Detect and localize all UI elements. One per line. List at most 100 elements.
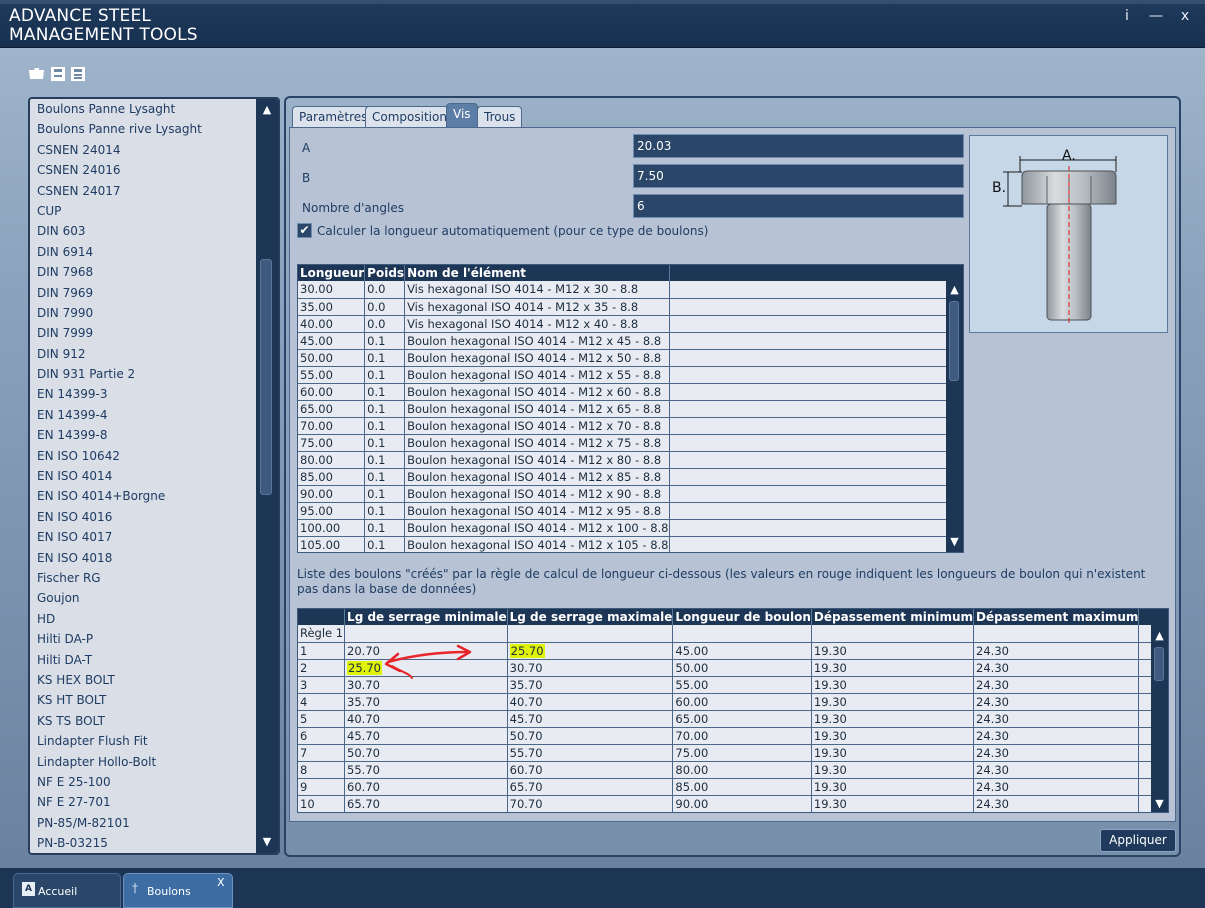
table-cell[interactable]: 50.70 xyxy=(507,727,674,745)
bolt-type-list-item[interactable]: EN 14399-3 xyxy=(30,384,256,404)
bolt-type-list-item[interactable]: DIN 7990 xyxy=(30,303,256,323)
table-cell[interactable]: 24.30 xyxy=(973,659,1140,677)
bolt-type-list-item[interactable]: EN 14399-4 xyxy=(30,405,256,425)
bolt-type-list-item[interactable]: EN 14399-8 xyxy=(30,425,256,445)
tab-accueil[interactable]: A Accueil xyxy=(13,873,121,908)
table-cell[interactable]: 55.70 xyxy=(344,761,508,779)
table-cell[interactable]: 60.00 xyxy=(672,693,812,711)
bolt-type-list-item[interactable]: CUP xyxy=(30,201,256,221)
table-cell[interactable]: 19.30 xyxy=(811,693,975,711)
table-cell[interactable]: 19.30 xyxy=(811,744,975,762)
bolt-type-list-item[interactable]: PN-85/M-82101 xyxy=(30,813,256,833)
table-cell[interactable]: 70.00 xyxy=(672,727,812,745)
close-tab-icon[interactable]: X xyxy=(217,867,225,899)
scroll-down-arrow-icon[interactable]: ▼ xyxy=(256,835,278,849)
table-cell[interactable]: 60.70 xyxy=(344,778,508,796)
bolt-type-list-item[interactable]: EN ISO 4017 xyxy=(30,527,256,547)
bolt-type-list-item[interactable]: EN ISO 4016 xyxy=(30,507,256,527)
table-cell[interactable]: 19.30 xyxy=(811,795,975,812)
field-angles-input[interactable]: 6 xyxy=(633,194,964,218)
bolt-type-list-item[interactable]: CSNEN 24016 xyxy=(30,160,256,180)
table-cell[interactable]: 50.70 xyxy=(344,744,508,762)
table-row[interactable]: 70.00 0.1 Boulon hexagonal ISO 4014 - M12 … xyxy=(298,417,963,435)
table-cell[interactable]: 75.00 xyxy=(672,744,812,762)
scroll-up-arrow-icon[interactable]: ▲ xyxy=(1151,629,1168,643)
table-cell[interactable]: 55.00 xyxy=(672,676,812,694)
scroll-down-arrow-icon[interactable]: ▼ xyxy=(946,535,963,549)
field-b-input[interactable]: 7.50 xyxy=(633,164,964,188)
scroll-thumb[interactable] xyxy=(260,259,272,495)
table-row[interactable]: 65.00 0.1 Boulon hexagonal ISO 4014 - M12 … xyxy=(298,400,963,418)
minimize-button[interactable]: — xyxy=(1146,8,1166,24)
tab-boulons[interactable]: † Boulons X xyxy=(123,873,233,908)
table-cell[interactable]: 65.00 xyxy=(672,710,812,728)
bolt-type-list-item[interactable]: DIN 7969 xyxy=(30,283,256,303)
left-list-scrollbar[interactable]: ▲ ▼ xyxy=(256,99,278,853)
table-cell[interactable]: 24.30 xyxy=(973,727,1140,745)
table-cell[interactable]: 24.30 xyxy=(973,676,1140,694)
col-header[interactable]: Dépassement minimum xyxy=(811,609,975,625)
table-row[interactable]: 40.00 0.0 Vis hexagonal ISO 4014 - M12 x 4… xyxy=(298,315,963,333)
table-cell[interactable]: 85.00 xyxy=(672,778,812,796)
table-cell[interactable]: 19.30 xyxy=(811,778,975,796)
bolt-type-list-item[interactable]: CSNEN 24017 xyxy=(30,181,256,201)
table-cell[interactable]: 25.70 xyxy=(507,642,674,660)
bolt-type-list-item[interactable]: KS HT BOLT xyxy=(30,690,256,710)
table-cell[interactable]: 24.30 xyxy=(973,642,1140,660)
bolt-type-list-item[interactable]: KS TS BOLT xyxy=(30,711,256,731)
scroll-thumb[interactable] xyxy=(949,301,959,381)
auto-length-checkbox[interactable]: ✔ xyxy=(297,223,312,238)
table-row[interactable]: 95.00 0.1 Boulon hexagonal ISO 4014 - M12 … xyxy=(298,502,963,520)
table-cell[interactable]: 10 xyxy=(298,795,346,812)
save-icon[interactable] xyxy=(50,67,65,81)
col-header-poids[interactable]: Poids xyxy=(364,265,406,281)
table-cell[interactable]: 5 xyxy=(298,710,346,728)
bolt-type-list-item[interactable]: Goujon xyxy=(30,588,256,608)
table-row[interactable]: 80.00 0.1 Boulon hexagonal ISO 4014 - M12 … xyxy=(298,451,963,469)
table-cell[interactable]: 19.30 xyxy=(811,642,975,660)
bolt-type-list-item[interactable]: Boulons Panne Lysaght xyxy=(30,99,256,119)
scroll-thumb[interactable] xyxy=(1154,647,1164,681)
info-button[interactable]: i xyxy=(1117,8,1137,24)
scroll-down-arrow-icon[interactable]: ▼ xyxy=(1151,797,1168,811)
bolt-type-list-item[interactable]: Lindapter Hollo-Bolt xyxy=(30,752,256,772)
bolt-type-list-item[interactable]: Hilti DA-P xyxy=(30,629,256,649)
table-row[interactable]: 7 50.70 55.70 75.00 19.30 24.30 xyxy=(298,744,1168,762)
table-cell[interactable]: 24.30 xyxy=(973,778,1140,796)
bolt-type-list-item[interactable]: DIN 603 xyxy=(30,221,256,241)
close-button[interactable]: x xyxy=(1175,8,1195,24)
table-row[interactable]: 8 55.70 60.70 80.00 19.30 24.30 xyxy=(298,761,1168,779)
table-cell[interactable]: 24.30 xyxy=(973,795,1140,812)
bolt-type-list-item[interactable]: Hilti DA-T xyxy=(30,650,256,670)
table-cell[interactable]: 8 xyxy=(298,761,346,779)
apply-button[interactable]: Appliquer xyxy=(1100,829,1176,852)
field-a-input[interactable]: 20.03 xyxy=(633,134,964,158)
table-cell[interactable]: 45.70 xyxy=(344,727,508,745)
rules-table-scrollbar[interactable]: ▲ ▼ xyxy=(1151,609,1168,812)
table-row[interactable]: 100.00 0.1 Boulon hexagonal ISO 4014 - M12… xyxy=(298,519,963,537)
table-cell[interactable]: 1 xyxy=(298,642,346,660)
col-header-nom[interactable]: Nom de l'élément xyxy=(404,265,670,281)
bolt-type-list-item[interactable]: DIN 7999 xyxy=(30,323,256,343)
table-cell[interactable]: 30.70 xyxy=(507,659,674,677)
table-cell[interactable]: 60.70 xyxy=(507,761,674,779)
bolt-type-list-item[interactable]: DIN 931 Partie 2 xyxy=(30,364,256,384)
bolt-type-list-item[interactable]: EN ISO 4018 xyxy=(30,548,256,568)
scroll-up-arrow-icon[interactable]: ▲ xyxy=(256,103,278,117)
table-row[interactable]: 105.00 0.1 Boulon hexagonal ISO 4014 - M12… xyxy=(298,536,963,552)
bolt-type-list-item[interactable]: EN ISO 4014+Borgne xyxy=(30,486,256,506)
col-header[interactable]: Lg de serrage minimale xyxy=(344,609,508,625)
bolt-type-list-item[interactable]: NF E 27-701 xyxy=(30,792,256,812)
table-row[interactable]: 85.00 0.1 Boulon hexagonal ISO 4014 - M12 … xyxy=(298,468,963,486)
table-cell[interactable]: 45.00 xyxy=(672,642,812,660)
table-cell[interactable]: 4 xyxy=(298,693,346,711)
table-cell[interactable]: 19.30 xyxy=(811,727,975,745)
table-row[interactable]: 50.00 0.1 Boulon hexagonal ISO 4014 - M12 … xyxy=(298,349,963,367)
bolt-type-list-item[interactable]: DIN 912 xyxy=(30,344,256,364)
tab-composition[interactable]: Composition xyxy=(365,106,454,128)
table-cell[interactable]: 19.30 xyxy=(811,761,975,779)
table-cell[interactable]: 55.70 xyxy=(507,744,674,762)
table-row[interactable]: 45.00 0.1 Boulon hexagonal ISO 4014 - M12 … xyxy=(298,332,963,350)
bolt-type-list-item[interactable]: DIN 6914 xyxy=(30,242,256,262)
table-row[interactable]: 9 60.70 65.70 85.00 19.30 24.30 xyxy=(298,778,1168,796)
